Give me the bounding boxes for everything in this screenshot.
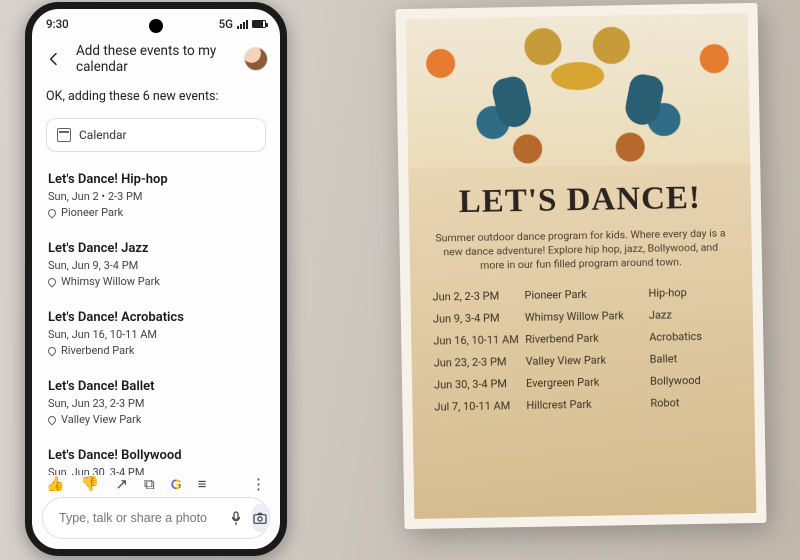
page-title: Add these events to my calendar (76, 43, 232, 75)
schedule-park: Hillcrest Park (526, 396, 650, 411)
event-item[interactable]: Let's Dance! Ballet Sun, Jun 23, 2-3 PM Va… (46, 369, 266, 438)
schedule-park: Evergreen Park (526, 374, 650, 389)
event-item[interactable]: Let's Dance! Jazz Sun, Jun 9, 3-4 PM Whims… (46, 231, 266, 300)
phone-mockup: 9:30 5G Add these events to my calendar … (25, 2, 287, 556)
event-time: Sun, Jun 30, 3-4 PM (48, 466, 264, 475)
camera-icon (252, 510, 268, 526)
schedule-date: Jun 16, 10-11 AM (433, 333, 525, 348)
schedule-style: Acrobatics (649, 329, 731, 343)
event-item[interactable]: Let's Dance! Acrobatics Sun, Jun 16, 10-1… (46, 300, 266, 369)
clock: 9:30 (46, 17, 69, 31)
schedule-style: Hip-hop (648, 285, 730, 299)
poster-blurb: Summer outdoor dance program for kids. W… (431, 226, 730, 274)
location-pin-icon (46, 345, 57, 356)
schedule-style: Bollywood (650, 373, 732, 387)
event-title: Let's Dance! Acrobatics (48, 310, 264, 325)
poster-schedule: Jun 2, 2-3 PMPioneer ParkHip-hop Jun 9, 3… (432, 285, 732, 413)
content-scroll[interactable]: OK, adding these 6 new events: Calendar … (32, 85, 280, 475)
calendar-chip[interactable]: Calendar (46, 118, 266, 152)
mic-icon (228, 510, 244, 526)
poster-illustration (406, 13, 751, 169)
calendar-icon (57, 128, 71, 142)
avatar[interactable] (244, 47, 268, 71)
event-time: Sun, Jun 23, 2-3 PM (48, 397, 264, 410)
back-button[interactable] (44, 49, 64, 69)
schedule-date: Jun 9, 3-4 PM (433, 311, 525, 326)
poster-title: LET'S DANCE! (431, 179, 730, 221)
schedule-date: Jun 30, 3-4 PM (434, 376, 526, 391)
poster: LET'S DANCE! Summer outdoor dance progra… (395, 3, 766, 529)
schedule-date: Jun 23, 2-3 PM (434, 354, 526, 369)
schedule-date: Jun 2, 2-3 PM (432, 289, 524, 304)
event-location: Riverbend Park (48, 344, 264, 357)
share-icon[interactable]: ↗ (115, 475, 128, 491)
schedule-park: Riverbend Park (525, 330, 649, 345)
suggestion-action-row: 👍 👎 ↗ ⧉ G ≡ ⋮ (32, 475, 280, 491)
event-time: Sun, Jun 16, 10-11 AM (48, 328, 264, 341)
camera-button[interactable] (252, 504, 268, 532)
event-location: Pioneer Park (48, 206, 264, 219)
arrow-left-icon (46, 51, 62, 67)
schedule-park: Whimsy Willow Park (525, 308, 649, 323)
composer-input[interactable] (59, 511, 220, 525)
event-time: Sun, Jun 9, 3-4 PM (48, 259, 264, 272)
schedule-park: Pioneer Park (524, 286, 648, 301)
signal-icon (237, 20, 248, 29)
battery-icon (252, 20, 266, 28)
composer (42, 497, 270, 539)
schedule-style: Ballet (650, 351, 732, 365)
event-location: Valley View Park (48, 413, 264, 426)
google-icon[interactable]: G (171, 476, 182, 491)
app-bar: Add these events to my calendar (32, 39, 280, 85)
location-pin-icon (46, 276, 57, 287)
events-list: Let's Dance! Hip-hop Sun, Jun 2 • 2-3 PM P… (46, 162, 266, 475)
tune-icon[interactable]: ≡ (198, 475, 207, 491)
event-title: Let's Dance! Hip-hop (48, 172, 264, 187)
thumbs-down-icon[interactable]: 👎 (81, 475, 100, 491)
event-title: Let's Dance! Bollywood (48, 448, 264, 463)
calendar-chip-label: Calendar (79, 128, 127, 142)
thumbs-up-icon[interactable]: 👍 (46, 475, 65, 491)
location-pin-icon (46, 414, 57, 425)
copy-icon[interactable]: ⧉ (144, 475, 155, 491)
event-time: Sun, Jun 2 • 2-3 PM (48, 190, 264, 203)
camera-hole (149, 19, 163, 33)
schedule-park: Valley View Park (526, 352, 650, 367)
schedule-date: Jul 7, 10-11 AM (434, 398, 526, 413)
location-pin-icon (46, 207, 57, 218)
schedule-style: Jazz (649, 307, 731, 321)
mic-button[interactable] (228, 504, 244, 532)
network-label: 5G (219, 17, 233, 31)
event-title: Let's Dance! Ballet (48, 379, 264, 394)
schedule-style: Robot (650, 395, 732, 409)
event-title: Let's Dance! Jazz (48, 241, 264, 256)
event-item[interactable]: Let's Dance! Bollywood Sun, Jun 30, 3-4 P… (46, 438, 266, 475)
more-icon[interactable]: ⋮ (251, 475, 266, 491)
event-location: Whimsy Willow Park (48, 275, 264, 288)
confirmation-text: OK, adding these 6 new events: (46, 89, 266, 104)
event-item[interactable]: Let's Dance! Hip-hop Sun, Jun 2 • 2-3 PM P… (46, 162, 266, 231)
